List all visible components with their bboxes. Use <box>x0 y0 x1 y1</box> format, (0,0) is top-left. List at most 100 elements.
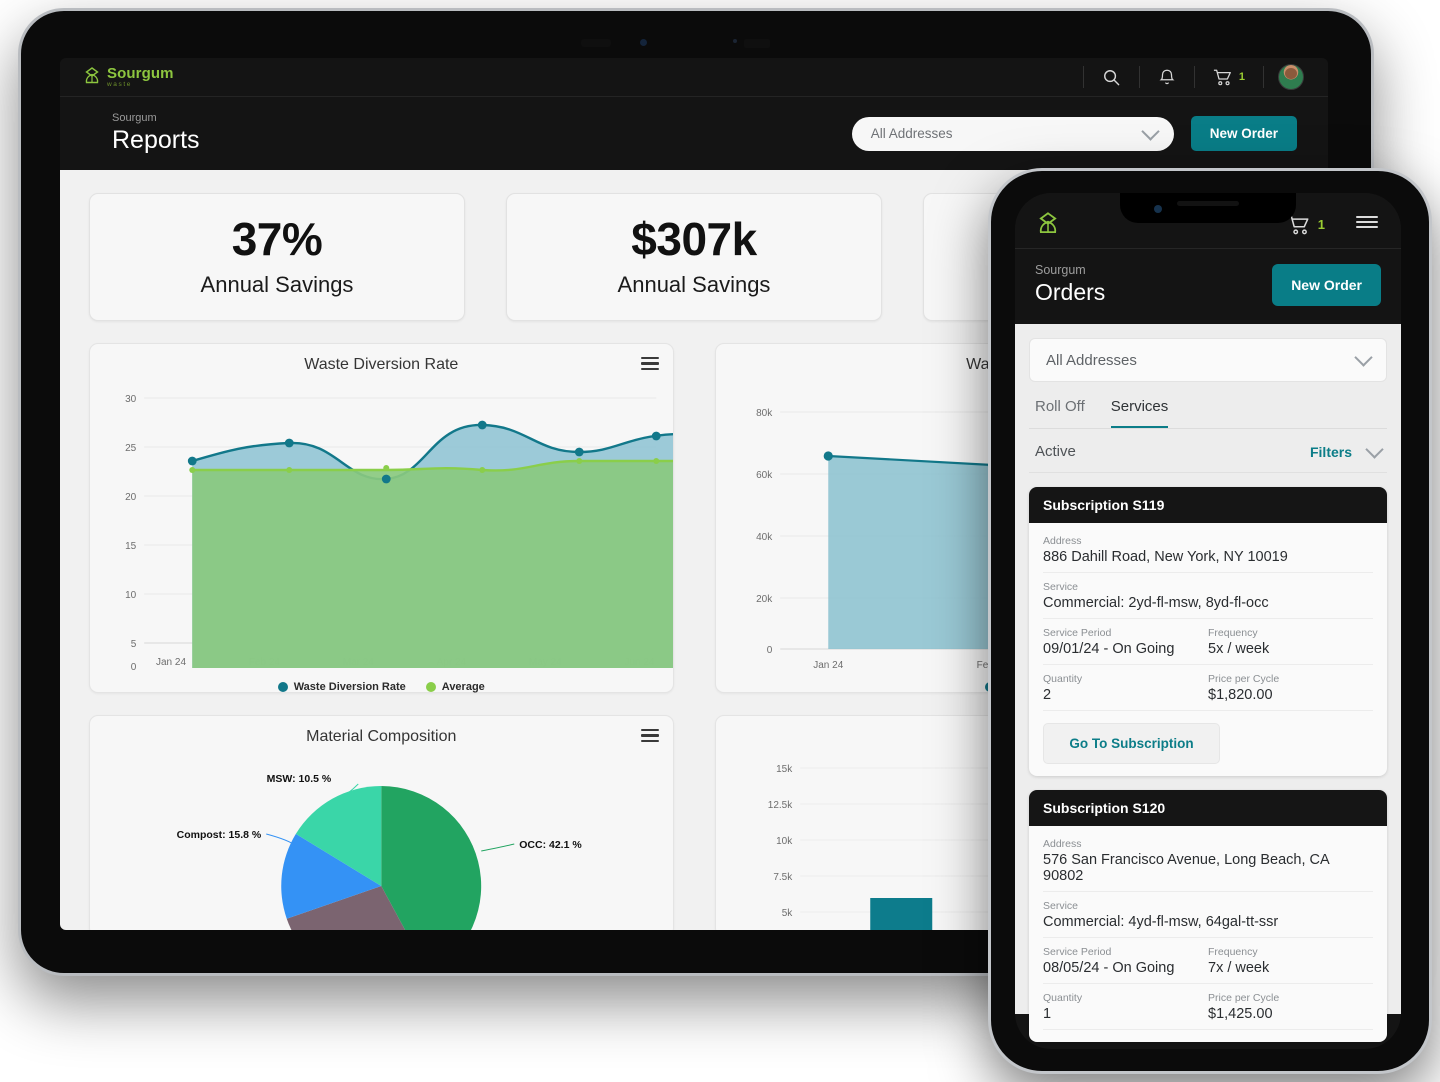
waste-diversion-rate-chart-card: Waste Diversion Rate 30 25 20 15 10 5 0 <box>89 343 677 693</box>
field-row: Quantity 1 Price per Cycle $1,425.00 <box>1043 984 1373 1030</box>
page-title: Reports <box>112 126 200 155</box>
field-service-period: Service Period 08/05/24 - On Going <box>1043 938 1208 983</box>
field-value: 08/05/24 - On Going <box>1043 960 1175 976</box>
tablet-sensor-dot <box>733 39 737 43</box>
field-service: Service Commercial: 4yd-fl-msw, 64gal-tt… <box>1043 892 1373 938</box>
diversion-plot: 302520 15105 0 0 <box>125 394 677 673</box>
svg-text:20k: 20k <box>756 594 773 605</box>
field-label: Quantity <box>1043 673 1083 685</box>
field-label: Service <box>1043 581 1079 593</box>
leaf-logo-icon <box>85 67 99 84</box>
chevron-down-icon <box>1365 439 1384 459</box>
phone-tabs: Roll Off Services <box>1029 398 1387 429</box>
pie-leader-occ <box>481 843 515 852</box>
phone-device: 1 Sourgum Orders New Order All Addresses… <box>988 168 1432 1074</box>
new-order-button[interactable]: New Order <box>1272 263 1381 306</box>
subscription-card[interactable]: Subscription S120 Address 576 San Franci… <box>1029 790 1387 1042</box>
filters-button[interactable]: Filters <box>1310 439 1384 460</box>
field-label: Frequency <box>1208 946 1258 958</box>
field-address: Address 576 San Francisco Avenue, Long B… <box>1043 830 1373 892</box>
field-value: 576 San Francisco Avenue, Long Beach, CA… <box>1043 852 1329 884</box>
chart-menu-button[interactable] <box>640 357 659 373</box>
diversion-legend: Waste Diversion Rate Average <box>90 681 673 693</box>
field-address: Address 886 Dahill Road, New York, NY 10… <box>1043 527 1373 573</box>
field-service-period: Service Period 09/01/24 - On Going <box>1043 619 1208 664</box>
pie-slices <box>281 786 482 930</box>
field-row: Service Period 08/05/24 - On Going Frequ… <box>1043 938 1373 984</box>
legend-label: Average <box>441 681 485 693</box>
subscription-card[interactable]: Subscription S119 Address 886 Dahill Roa… <box>1029 487 1387 776</box>
cart-count-badge: 1 <box>1317 217 1325 232</box>
address-filter-select[interactable]: All Addresses <box>1029 338 1387 382</box>
pie-label-occ: OCC: 42.1 % <box>519 839 582 851</box>
kpi-label: Annual Savings <box>200 272 354 297</box>
go-to-subscription-button[interactable]: Go To Subscription <box>1043 723 1220 764</box>
field-service: Service Commercial: 2yd-fl-msw, 8yd-fl-o… <box>1043 573 1373 619</box>
page-title: Orders <box>1035 279 1106 305</box>
field-value: 886 Dahill Road, New York, NY 10019 <box>1043 549 1288 565</box>
cart-count-badge: 1 <box>1238 71 1245 83</box>
kpi-label: Annual Savings <box>617 272 771 297</box>
material-pie: MSW: 10.5 % Compost: 15.8 % OCC: 42.1 % <box>177 773 582 930</box>
avatar[interactable] <box>1278 64 1304 90</box>
search-button[interactable] <box>1082 66 1140 88</box>
svg-text:30: 30 <box>125 394 137 405</box>
field-frequency: Frequency 7x / week <box>1208 938 1373 983</box>
address-filter-value: All Addresses <box>870 126 953 141</box>
field-price: Price per Cycle $1,820.00 <box>1208 665 1373 710</box>
field-label: Frequency <box>1208 627 1258 639</box>
hamburger-menu-icon <box>1356 216 1378 228</box>
field-row: Service Period 09/01/24 - On Going Frequ… <box>1043 619 1373 665</box>
legend-item[interactable]: Waste Diversion Rate <box>277 681 406 693</box>
field-value: Commercial: 4yd-fl-msw, 64gal-tt-ssr <box>1043 914 1279 930</box>
field-label: Price per Cycle <box>1208 673 1280 685</box>
chart-menu-button[interactable] <box>640 729 659 745</box>
search-icon <box>1103 69 1120 85</box>
hamburger-menu-button[interactable] <box>1355 214 1379 235</box>
phone-front-camera <box>1154 205 1162 213</box>
svg-text:20: 20 <box>125 492 137 503</box>
tab-services[interactable]: Services <box>1110 398 1169 428</box>
new-order-button[interactable]: New Order <box>1190 116 1297 151</box>
average-area <box>192 461 677 668</box>
y-tick: 5k <box>781 908 793 919</box>
field-value: 09/01/24 - On Going <box>1043 641 1175 657</box>
field-price: Price per Cycle $1,425.00 <box>1208 984 1373 1029</box>
subscription-body: Address 576 San Francisco Avenue, Long B… <box>1029 826 1387 1042</box>
x-tick: Jan 24 <box>813 660 843 671</box>
address-filter-value: All Addresses <box>1046 351 1137 369</box>
svg-text:0: 0 <box>766 645 772 656</box>
cart-button[interactable]: 1 <box>1195 66 1264 88</box>
legend-swatch-icon <box>425 682 436 692</box>
legend-item[interactable]: Average <box>425 681 485 693</box>
shopping-cart-icon <box>1213 69 1231 85</box>
filter-row: Active Filters <box>1029 429 1387 473</box>
tab-roll-off[interactable]: Roll Off <box>1035 398 1085 428</box>
leaf-logo-icon[interactable] <box>1037 211 1059 238</box>
pie-slice-occ[interactable] <box>381 786 482 930</box>
tablet-camera <box>640 39 647 46</box>
phone-content: All Addresses Roll Off Services Active F… <box>1015 324 1401 1042</box>
cart-button[interactable]: 1 <box>1287 214 1325 236</box>
kpi-value: 37% <box>231 213 323 265</box>
breadcrumb: Sourgum <box>112 112 157 125</box>
svg-text:10: 10 <box>125 590 137 601</box>
svg-text:0: 0 <box>131 662 137 673</box>
tablet-top-navbar: Sourgum waste 1 <box>60 58 1328 97</box>
notification-bell-icon <box>1159 69 1175 84</box>
field-label: Service Period <box>1043 946 1112 958</box>
pie-label-compost: Compost: 15.8 % <box>177 829 262 841</box>
brand-logo[interactable]: Sourgum waste <box>84 66 174 89</box>
svg-text:80k: 80k <box>756 408 773 419</box>
y-tick: 12.5k <box>767 800 792 811</box>
phone-speaker <box>1177 201 1239 206</box>
legend-swatch-icon <box>277 682 288 692</box>
notifications-button[interactable] <box>1140 66 1195 88</box>
phone-notch <box>1120 193 1296 223</box>
field-label: Service Period <box>1043 627 1112 639</box>
tablet-nav-actions: 1 <box>1082 58 1304 96</box>
chevron-down-icon <box>1141 121 1160 141</box>
kpi-card: $307k Annual Savings <box>506 193 882 321</box>
address-filter-select[interactable]: All Addresses <box>851 116 1174 151</box>
bar[interactable] <box>869 898 932 930</box>
